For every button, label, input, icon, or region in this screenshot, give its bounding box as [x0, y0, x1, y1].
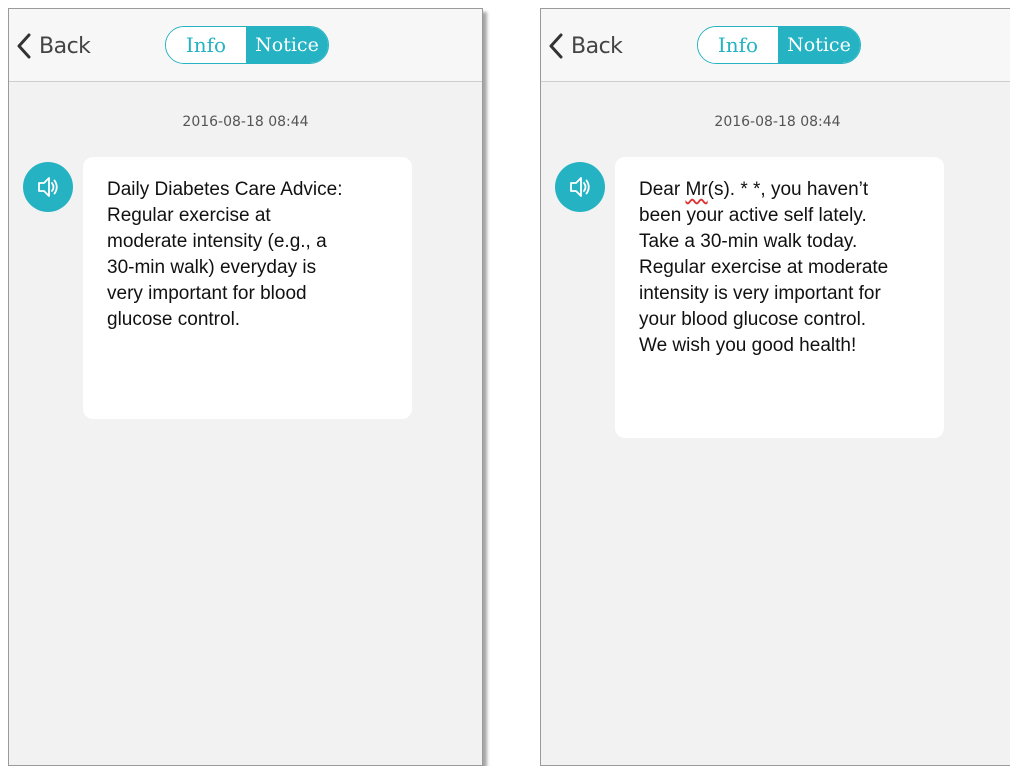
message-line: glucose control. — [107, 309, 241, 330]
chevron-left-icon — [17, 33, 31, 59]
message-line: We wish you good health! — [639, 335, 857, 356]
tab-notice[interactable]: Notice — [778, 27, 860, 63]
message-timestamp: 2016-08-18 08:44 — [714, 114, 841, 130]
back-label: Back — [571, 33, 623, 59]
chevron-left-icon — [549, 33, 563, 59]
message-line: Daily Diabetes Care Advice: — [107, 179, 343, 200]
nav-header: Back Info Notice — [541, 9, 1010, 82]
message-line: been your active self lately. — [639, 205, 867, 226]
message-line: your blood glucose control. — [639, 309, 867, 330]
message-text: Daily Diabetes Care Advice: Regular exer… — [107, 177, 392, 333]
back-label: Back — [39, 33, 91, 59]
phone-screen-right: Back Info Notice 2016-08-18 08:44 Dear M… — [540, 8, 1010, 766]
message-line: Take a 30-min walk today. — [639, 231, 858, 252]
message-line: 30-min walk) everyday is — [107, 257, 317, 278]
message-timestamp: 2016-08-18 08:44 — [182, 114, 309, 130]
message-bubble: Dear Mr(s). * *, you haven’t been your a… — [615, 157, 944, 438]
tab-info[interactable]: Info — [166, 27, 246, 63]
speaker-icon[interactable] — [555, 162, 605, 212]
message-line: Regular exercise at moderate — [639, 257, 889, 278]
back-button[interactable]: Back — [549, 31, 623, 61]
tab-notice[interactable]: Notice — [246, 27, 328, 63]
back-button[interactable]: Back — [17, 31, 91, 61]
greeting-prefix: Dear — [639, 179, 686, 200]
message-bubble: Daily Diabetes Care Advice: Regular exer… — [83, 157, 412, 419]
segmented-control: Info Notice — [165, 26, 329, 64]
greeting-suffix: (s). * *, you haven’t — [707, 179, 869, 200]
message-line: Regular exercise at — [107, 205, 271, 226]
message-line: very important for blood — [107, 283, 307, 304]
segmented-control: Info Notice — [697, 26, 861, 64]
speaker-icon[interactable] — [23, 162, 73, 212]
message-text: Dear Mr(s). * *, you haven’t been your a… — [639, 177, 924, 359]
phone-screen-left: Back Info Notice 2016-08-18 08:44 Daily … — [8, 8, 483, 766]
nav-header: Back Info Notice — [9, 9, 482, 82]
greeting-title: Mr — [685, 179, 708, 200]
message-line: Dear Mr(s). * *, you haven’t — [639, 177, 924, 203]
tab-info[interactable]: Info — [698, 27, 778, 63]
message-line: intensity is very important for — [639, 283, 881, 304]
message-line: moderate intensity (e.g., a — [107, 231, 327, 252]
